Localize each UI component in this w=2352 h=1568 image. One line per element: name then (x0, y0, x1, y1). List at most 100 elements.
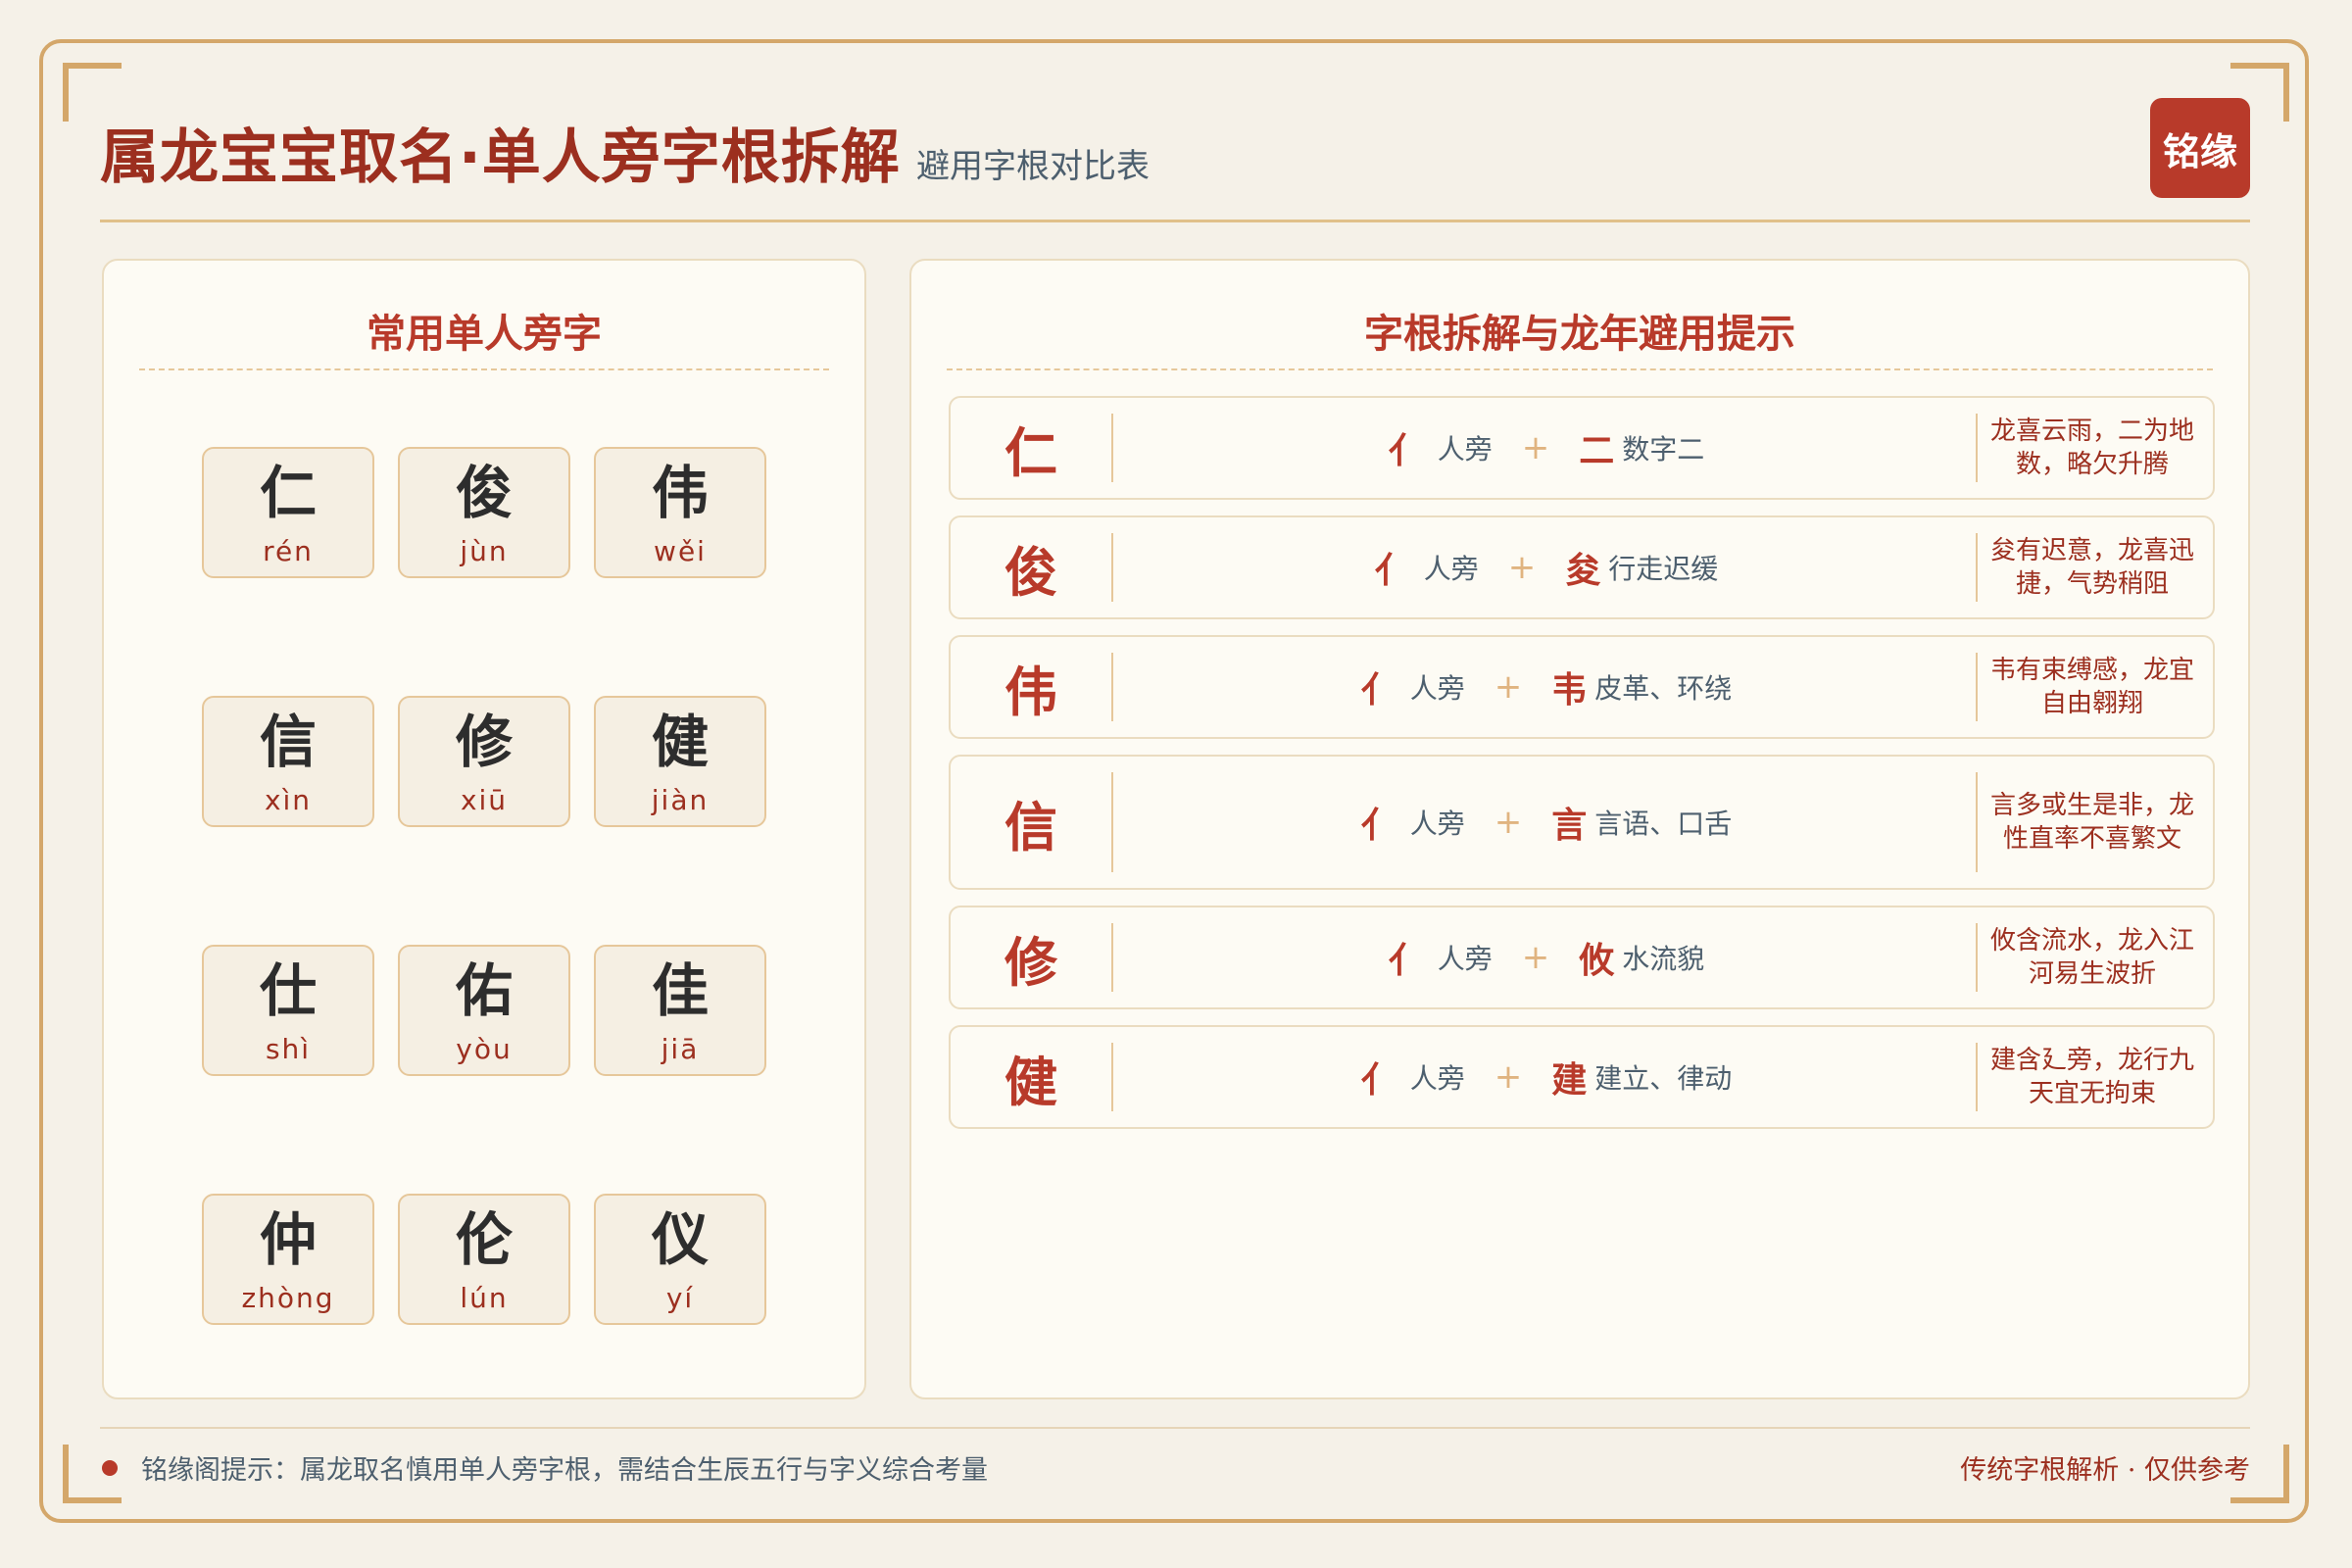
header-divider (100, 220, 2250, 222)
radical-2-meaning: 言语、口舌 (1594, 808, 1733, 840)
radical-1: 亻 (1360, 670, 1396, 710)
decomposition-row[interactable]: 信 亻 人旁 + 言 言语、口舌 言多或生是非，龙性直率不喜繁文 (949, 755, 2215, 890)
seal-badge: 铭缘 (2150, 98, 2250, 198)
char-pinyin: yí (665, 1282, 695, 1314)
radical-2-meaning: 行走迟缓 (1608, 553, 1719, 585)
char-tile[interactable]: 仲 zhòng (202, 1194, 374, 1325)
char-pinyin: jiā (661, 1033, 700, 1065)
char-glyph: 仁 (259, 460, 317, 526)
decomposition-row[interactable]: 伟 亻 人旁 + 韦 皮革、环绕 韦有束缚感，龙宜自由翱翔 (949, 635, 2215, 739)
row-char: 健 (1004, 1051, 1057, 1113)
radical-2: 夋 (1565, 551, 1601, 591)
page-title: 属龙宝宝取名·单人旁字根拆解 (100, 123, 901, 192)
decomposition-row[interactable]: 健 亻 人旁 + 建 建立、律动 建含廴旁，龙行九天宜无拘束 (949, 1025, 2215, 1129)
panel-divider (947, 368, 2213, 370)
char-glyph: 信 (259, 709, 317, 775)
char-glyph: 伟 (651, 460, 709, 526)
char-glyph: 佑 (455, 957, 513, 1024)
row-tip: 攸含流水，龙入江河易生波折 (1989, 926, 2194, 989)
plus-sign: + (1494, 1057, 1523, 1097)
radical-2: 韦 (1551, 670, 1588, 710)
char-pinyin: jùn (460, 535, 509, 567)
char-glyph: 佳 (651, 957, 709, 1024)
char-tile[interactable]: 健 jiàn (594, 696, 766, 827)
row-char: 伟 (1004, 661, 1057, 723)
row-divider (1976, 414, 1978, 482)
plus-sign: + (1494, 667, 1523, 707)
radical-2: 攸 (1579, 941, 1615, 981)
plus-sign: + (1521, 938, 1550, 977)
char-tile[interactable]: 佑 yòu (398, 945, 570, 1076)
row-char: 信 (1004, 796, 1057, 858)
char-glyph: 健 (651, 709, 709, 775)
char-glyph: 俊 (455, 460, 513, 526)
char-tile[interactable]: 佳 jiā (594, 945, 766, 1076)
char-tile[interactable]: 仁 rén (202, 447, 374, 578)
page-subtitle: 避用字根对比表 (916, 147, 1150, 186)
char-pinyin: zhòng (241, 1282, 335, 1314)
radical-1-meaning: 人旁 (1423, 553, 1479, 585)
plus-sign: + (1494, 803, 1523, 842)
char-tile[interactable]: 修 xiū (398, 696, 570, 827)
radical-1: 亻 (1360, 1060, 1396, 1101)
row-tip: 建含廴旁，龙行九天宜无拘束 (1989, 1046, 2194, 1108)
plus-sign: + (1507, 548, 1537, 587)
row-tip: 言多或生是非，龙性直率不喜繁文 (1989, 791, 2194, 854)
footer-disclaimer: 传统字根解析 · 仅供参考 (1960, 1455, 2250, 1486)
decomposition-row[interactable]: 修 亻 人旁 + 攸 水流貌 攸含流水，龙入江河易生波折 (949, 906, 2215, 1009)
common-chars-panel: 常用单人旁字 仁 rén 俊 jùn 伟 wěi 信 xìn 修 xiū 健 j… (102, 259, 866, 1399)
row-tip: 龙喜云雨，二为地数，略欠升腾 (1989, 416, 2194, 479)
radical-2-meaning: 水流貌 (1622, 943, 1705, 975)
row-tip: 夋有迟意，龙喜迅捷，气势稍阻 (1989, 536, 2194, 599)
radical-1-meaning: 人旁 (1437, 433, 1493, 466)
radical-1: 亻 (1374, 551, 1410, 591)
decomposition-title: 字根拆解与龙年避用提示 (1364, 312, 1795, 357)
radical-1-meaning: 人旁 (1409, 672, 1465, 705)
row-char: 仁 (1004, 421, 1057, 484)
footer-note: 铭缘阁提示：属龙取名慎用单人旁字根，需结合生辰五行与字义综合考量 (141, 1455, 988, 1486)
row-formula: 亻 人旁 + 言 言语、口舌 (1113, 757, 1980, 888)
char-glyph: 仲 (259, 1206, 317, 1273)
char-tile[interactable]: 仪 yí (594, 1194, 766, 1325)
char-pinyin: shì (265, 1033, 312, 1065)
radical-1-meaning: 人旁 (1437, 943, 1493, 975)
decomposition-panel: 字根拆解与龙年避用提示 仁 亻 人旁 + 二 数字二 龙喜云雨，二为地数，略欠升… (909, 259, 2250, 1399)
row-divider (1976, 1043, 1978, 1111)
bullet-dot-icon (102, 1460, 118, 1476)
char-pinyin: jiàn (651, 784, 710, 816)
radical-1: 亻 (1360, 806, 1396, 846)
char-tile[interactable]: 信 xìn (202, 696, 374, 827)
radical-2-meaning: 建立、律动 (1594, 1062, 1733, 1095)
radical-2: 言 (1551, 806, 1588, 846)
panel-divider (139, 368, 829, 370)
row-divider (1976, 772, 1978, 872)
radical-1: 亻 (1388, 941, 1424, 981)
row-divider (1976, 653, 1978, 721)
char-glyph: 仪 (651, 1206, 709, 1273)
char-pinyin: wěi (654, 535, 707, 567)
row-formula: 亻 人旁 + 攸 水流貌 (1113, 907, 1980, 1007)
row-formula: 亻 人旁 + 韦 皮革、环绕 (1113, 637, 1980, 737)
char-glyph: 修 (455, 709, 513, 775)
char-tile[interactable]: 伟 wěi (594, 447, 766, 578)
radical-2-meaning: 皮革、环绕 (1594, 672, 1733, 705)
radical-2: 建 (1551, 1060, 1588, 1101)
char-pinyin: xiū (460, 784, 509, 816)
radical-1: 亻 (1388, 431, 1424, 471)
char-tile[interactable]: 仕 shì (202, 945, 374, 1076)
row-char: 俊 (1004, 541, 1057, 604)
decomposition-row[interactable]: 俊 亻 人旁 + 夋 行走迟缓 夋有迟意，龙喜迅捷，气势稍阻 (949, 515, 2215, 619)
char-glyph: 仕 (259, 957, 317, 1024)
decomposition-row[interactable]: 仁 亻 人旁 + 二 数字二 龙喜云雨，二为地数，略欠升腾 (949, 396, 2215, 500)
char-tile[interactable]: 俊 jùn (398, 447, 570, 578)
row-formula: 亻 人旁 + 二 数字二 (1113, 398, 1980, 498)
char-pinyin: lún (460, 1282, 509, 1314)
char-glyph: 伦 (455, 1206, 513, 1273)
row-formula: 亻 人旁 + 夋 行走迟缓 (1113, 517, 1980, 617)
char-pinyin: rén (263, 535, 314, 567)
radical-2-meaning: 数字二 (1622, 433, 1705, 466)
char-pinyin: xìn (264, 784, 313, 816)
footer-divider (100, 1427, 2250, 1429)
char-pinyin: yòu (456, 1033, 513, 1065)
char-tile[interactable]: 伦 lún (398, 1194, 570, 1325)
